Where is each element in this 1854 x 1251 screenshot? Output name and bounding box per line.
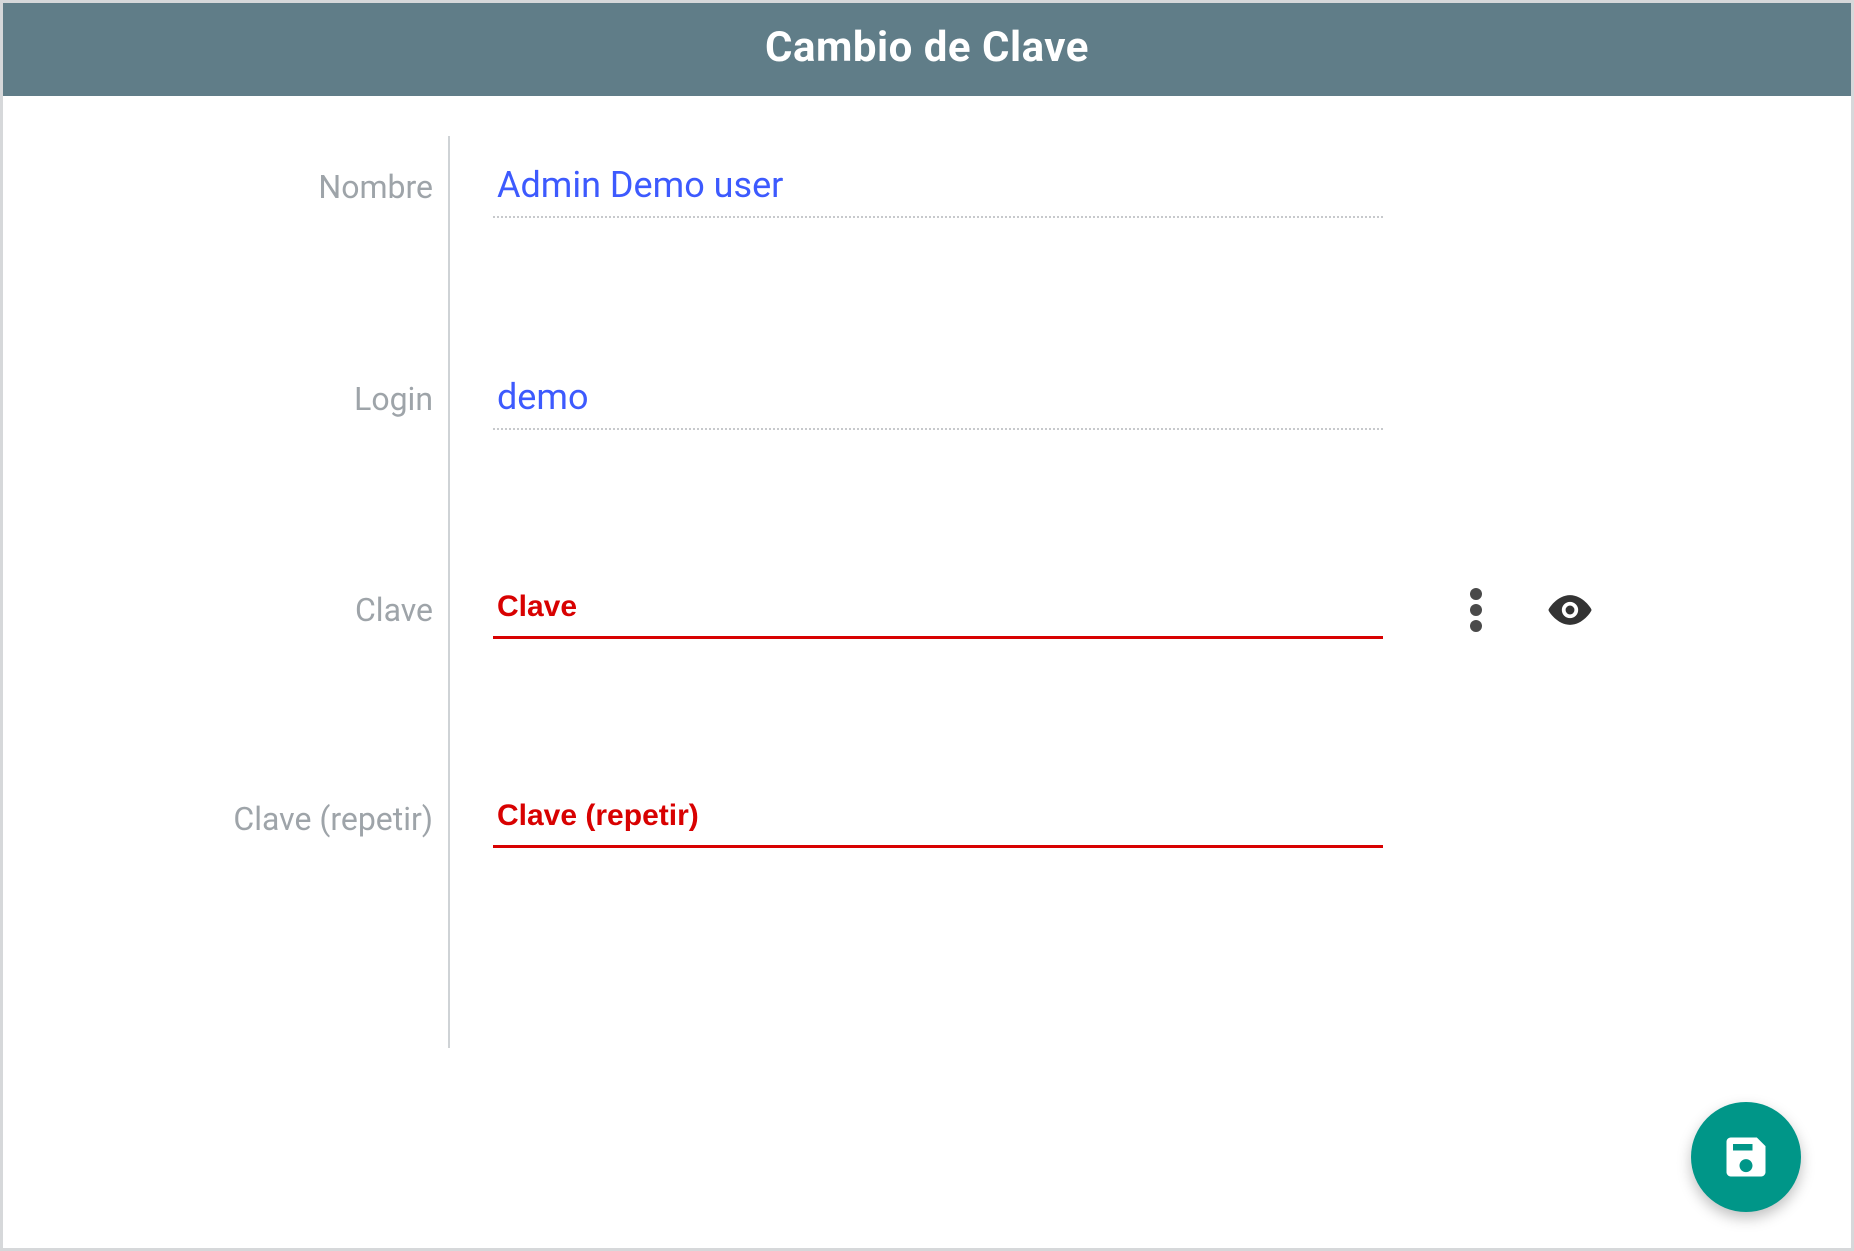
password-input[interactable] [493,580,1383,639]
login-value: demo [493,368,1383,430]
login-field-wrap: demo [493,368,1383,430]
form-area: Nombre Admin Demo user Login demo Clave [3,96,1851,1248]
name-value: Admin Demo user [493,156,1383,218]
login-label: Login [73,380,433,418]
save-icon [1720,1131,1772,1183]
password-row-icons [1453,587,1593,633]
more-vert-icon[interactable] [1453,587,1499,633]
dialog-title: Cambio de Clave [3,3,1851,96]
password-repeat-field-wrap [493,789,1383,848]
password-change-dialog: Cambio de Clave Nombre Admin Demo user L… [0,0,1854,1251]
row-name: Nombre Admin Demo user [73,156,1781,218]
name-field-wrap: Admin Demo user [493,156,1383,218]
row-login: Login demo [73,368,1781,430]
password-repeat-input[interactable] [493,789,1383,848]
row-password-repeat: Clave (repetir) [73,789,1781,848]
password-field-wrap [493,580,1383,639]
eye-icon[interactable] [1547,587,1593,633]
row-password: Clave [73,580,1781,639]
save-button[interactable] [1691,1102,1801,1212]
password-label: Clave [73,591,433,629]
password-repeat-label: Clave (repetir) [73,800,433,838]
name-label: Nombre [73,168,433,206]
